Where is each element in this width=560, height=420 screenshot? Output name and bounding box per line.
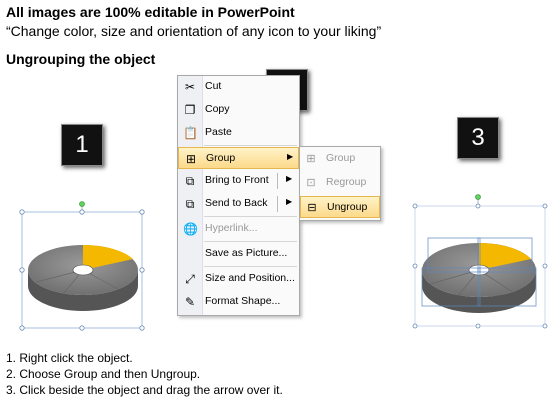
- copy-icon: ❐: [184, 103, 196, 117]
- menu-item-size-and-position[interactable]: ⤢ Size and Position...: [178, 268, 299, 290]
- instruction-step: 2. Choose Group and then Ungroup.: [6, 367, 201, 381]
- step-number-3: 3: [457, 117, 499, 159]
- bring-to-front-icon: ⧉: [185, 174, 195, 188]
- instruction-list: 1. Right click the object. 2. Choose Gro…: [6, 350, 283, 398]
- regroup-icon: ⊡: [306, 177, 316, 189]
- context-menu: ✂ Cut ❐ Copy 📋 Paste ⊞ Group ▶ ⧉ Bring t…: [177, 75, 300, 316]
- menu-item-hyperlink[interactable]: 🌐 Hyperlink...: [178, 218, 299, 240]
- paste-icon: 📋: [183, 126, 198, 140]
- size-position-icon: ⤢: [185, 272, 195, 286]
- donut-hole: [468, 264, 490, 276]
- menu-item-bring-to-front[interactable]: ⧉ Bring to Front ▶: [178, 170, 299, 192]
- format-shape-icon: ✎: [184, 295, 196, 309]
- hyperlink-icon: 🌐: [183, 222, 198, 236]
- page-subtitle: “Change color, size and orientation of a…: [6, 23, 382, 39]
- page-title: All images are 100% editable in PowerPoi…: [6, 4, 295, 20]
- menu-item-paste[interactable]: 📋 Paste: [178, 122, 299, 144]
- chevron-right-icon: ▶: [287, 152, 294, 161]
- instruction-step: 3. Click beside the object and drag the …: [6, 383, 283, 397]
- group-submenu: ⊞ Group ⊡ Regroup ⊟ Ungroup: [299, 146, 381, 221]
- donut-hole: [72, 264, 94, 276]
- submenu-item-group[interactable]: ⊞ Group: [300, 148, 380, 170]
- group-icon: ⊞: [306, 153, 316, 165]
- grouped-donut-object[interactable]: [18, 198, 148, 334]
- submenu-item-regroup[interactable]: ⊡ Regroup: [300, 172, 380, 194]
- menu-item-send-to-back[interactable]: ⧉ Send to Back ▶: [178, 193, 299, 215]
- section-heading: Ungrouping the object: [6, 51, 156, 67]
- menu-item-group[interactable]: ⊞ Group ▶: [178, 147, 299, 169]
- group-icon: ⊞: [185, 152, 197, 166]
- rotate-handle[interactable]: [79, 201, 85, 207]
- step-number-1: 1: [61, 124, 103, 166]
- rotate-handle[interactable]: [475, 194, 481, 200]
- ungroup-icon: ⊟: [307, 202, 317, 214]
- instruction-step: 1. Right click the object.: [6, 351, 133, 365]
- ungrouped-donut-object[interactable]: [410, 192, 550, 334]
- send-to-back-icon: ⧉: [185, 197, 195, 211]
- scissors-icon: ✂: [184, 80, 196, 94]
- menu-item-copy[interactable]: ❐ Copy: [178, 99, 299, 121]
- submenu-item-ungroup[interactable]: ⊟ Ungroup: [300, 196, 380, 218]
- menu-item-format-shape[interactable]: ✎ Format Shape...: [178, 291, 299, 313]
- menu-item-cut[interactable]: ✂ Cut: [178, 76, 299, 98]
- chevron-right-icon: ▶: [286, 174, 293, 183]
- chevron-right-icon: ▶: [286, 197, 293, 206]
- menu-item-save-as-picture[interactable]: Save as Picture...: [178, 243, 299, 265]
